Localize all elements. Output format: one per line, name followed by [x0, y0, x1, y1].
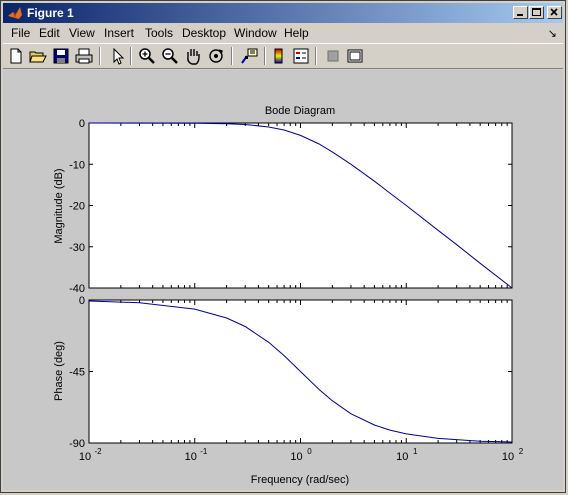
menu-insert[interactable]: Insert [104, 26, 134, 40]
magnitude-ylabel: Magnitude (dB) [53, 168, 65, 243]
minimize-button[interactable] [513, 6, 528, 19]
y-tick-label: -20 [69, 201, 85, 213]
toolbar-separator [315, 47, 317, 65]
x-tick-exponent: 1 [413, 447, 418, 456]
y-tick-label: -40 [69, 283, 85, 295]
insert-legend-button[interactable] [291, 46, 311, 66]
rotate-3d-icon [209, 49, 223, 63]
x-tick-label: 10 [79, 451, 91, 463]
zoom-in-icon [139, 48, 155, 64]
new-figure-button[interactable] [6, 46, 26, 66]
save-icon [53, 48, 69, 64]
insert-colorbar-button[interactable] [269, 46, 289, 66]
new-file-icon [10, 48, 22, 64]
frequency-xlabel: Frequency (rad/sec) [251, 474, 349, 486]
menu-tools[interactable]: Tools [145, 26, 173, 40]
pointer-icon [113, 47, 125, 65]
bode-plot: Bode Diagram Magnitude (dB) 0-10-20-30-4… [53, 105, 524, 486]
zoom-in-button[interactable] [137, 46, 157, 66]
menu-bar: File Edit View Insert Tools Desktop Wind… [3, 24, 563, 42]
colorbar-icon [274, 48, 283, 64]
show-plot-tools-button[interactable] [345, 46, 365, 66]
menu-file[interactable]: File [11, 26, 30, 40]
y-tick-label: 0 [79, 295, 85, 307]
x-tick-exponent: -1 [200, 447, 208, 456]
chart-title: Bode Diagram [265, 105, 335, 117]
y-tick-label: -45 [69, 367, 85, 379]
toolbar-separator [130, 47, 132, 65]
open-file-button[interactable] [28, 46, 48, 66]
x-tick-label: 10 [396, 451, 408, 463]
y-tick-label: -10 [69, 159, 85, 171]
show-plot-tools-icon [347, 49, 363, 63]
legend-icon [293, 48, 309, 64]
x-tick-label: 10 [290, 451, 302, 463]
close-button[interactable] [547, 6, 562, 19]
close-icon [550, 8, 558, 16]
data-cursor-icon [241, 48, 258, 64]
x-tick-exponent: -2 [94, 447, 102, 456]
phase-ylabel: Phase (deg) [53, 341, 65, 401]
menu-view[interactable]: View [69, 26, 95, 40]
toolbar-separator [264, 47, 266, 65]
maximize-button[interactable] [529, 6, 544, 19]
title-bar[interactable]: Figure 1 [3, 3, 563, 23]
figure-window: Figure 1 File Edit View Insert Tools Des… [0, 0, 566, 493]
x-tick-label: 10 [502, 451, 514, 463]
x-tick-exponent: 0 [307, 447, 312, 456]
menu-help[interactable]: Help [284, 26, 309, 40]
hide-plot-tools-icon [327, 50, 339, 62]
x-tick-label: 10 [185, 451, 197, 463]
phase-axes[interactable]: Phase (deg) Frequency (rad/sec) 0-45-901… [53, 295, 524, 486]
figure-canvas[interactable]: Bode Diagram Magnitude (dB) 0 -10 -20 -30 -4… [3, 70, 563, 490]
y-tick-label: 0 [79, 118, 85, 130]
edit-plot-button[interactable] [107, 46, 127, 66]
toolbar-separator [231, 47, 233, 65]
window-title: Figure 1 [27, 6, 74, 20]
matlab-logo-icon [8, 7, 22, 19]
toolbar-separator [99, 47, 101, 65]
menu-edit[interactable]: Edit [39, 26, 60, 40]
figure-toolbar [3, 43, 563, 69]
x-tick-exponent: 2 [519, 447, 524, 456]
pan-button[interactable] [183, 46, 203, 66]
zoom-out-icon [162, 48, 178, 64]
magnitude-axes[interactable]: Bode Diagram Magnitude (dB) 0 -10 -20 -30 -4… [53, 105, 513, 295]
menu-desktop[interactable]: Desktop [182, 26, 226, 40]
zoom-out-button[interactable] [160, 46, 180, 66]
y-tick-label: -90 [69, 438, 85, 450]
save-button[interactable] [51, 46, 71, 66]
menu-window[interactable]: Window [234, 26, 277, 40]
open-folder-icon [29, 51, 47, 63]
rotate-3d-button[interactable] [206, 46, 226, 66]
maximize-icon [532, 8, 541, 16]
y-tick-label: -30 [69, 242, 85, 254]
hide-plot-tools-button[interactable] [323, 46, 343, 66]
print-button[interactable] [74, 46, 94, 66]
minimize-icon [517, 14, 523, 16]
data-cursor-button[interactable] [239, 46, 259, 66]
print-icon [75, 48, 93, 64]
pan-hand-icon [187, 49, 200, 65]
dock-arrow-icon[interactable]: ↘ [548, 27, 557, 40]
